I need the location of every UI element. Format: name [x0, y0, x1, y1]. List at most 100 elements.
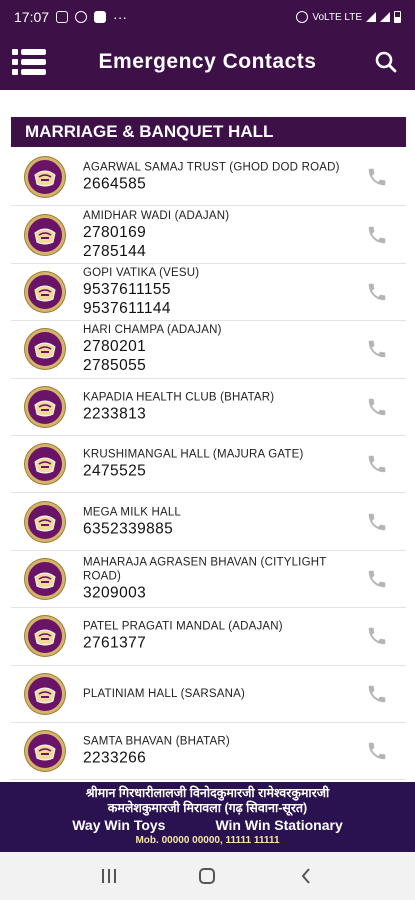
contact-name: PATEL PRAGATI MANDAL (ADAJAN) [83, 620, 283, 633]
contact-phone[interactable]: 2475525 [83, 462, 360, 481]
banner-line-3: Way Win Toys Win Win Stationary [0, 816, 415, 834]
search-button[interactable] [357, 34, 415, 90]
contact-row[interactable]: GOPI VATIKA (VESU) 9537611155 9537611144 [11, 264, 406, 322]
call-button[interactable] [366, 166, 388, 188]
contact-name: KRUSHIMANGAL HALL (MAJURA GATE) [83, 448, 304, 461]
signal-icon [366, 12, 376, 22]
contact-row[interactable]: MEGA MILK HALL 6352339885 [11, 493, 406, 551]
contact-row[interactable]: AMIDHAR WADI (ADAJAN) 2780169 2785144 [11, 206, 406, 264]
back-icon [301, 868, 310, 884]
contact-info: SAMTA BHAVAN (BHATAR) 2233266 [83, 735, 360, 768]
contact-logo-icon [25, 157, 65, 198]
contact-info: KAPADIA HEALTH CLUB (BHATAR) 2233813 [83, 390, 360, 423]
contact-list: AGARWAL SAMAJ TRUST (GHOD DOD ROAD) 26645… [11, 149, 406, 781]
battery-icon [394, 11, 401, 23]
contact-name: MAHARAJA AGRASEN BHAVAN (CITYLIGHT ROAD) [83, 556, 327, 583]
contact-row[interactable]: KAPADIA HEALTH CLUB (BHATAR) 2233813 [11, 379, 406, 436]
phone-icon [368, 570, 386, 588]
contact-logo-icon [25, 673, 65, 714]
menu-list-icon [12, 49, 46, 75]
recent-apps-icon [102, 869, 117, 883]
contact-phone[interactable]: 2761377 [83, 634, 360, 653]
recent-apps-button[interactable] [89, 856, 129, 896]
more-notifications: ··· [113, 9, 128, 25]
status-time: 17:07 [14, 9, 50, 25]
contact-phone[interactable]: 2664585 [83, 175, 360, 194]
contact-phone[interactable]: 9537611155 [83, 280, 360, 299]
call-button[interactable] [366, 453, 388, 475]
contact-info: PLATINIAM HALL (SARSANA) [83, 687, 360, 701]
contact-logo-icon [25, 616, 65, 657]
sync-icon [75, 11, 88, 23]
contact-phone[interactable]: 2780201 [83, 337, 360, 356]
phone-icon [368, 455, 386, 473]
contact-phone[interactable]: 2785055 [83, 356, 360, 375]
contact-phone[interactable]: 3209003 [83, 583, 360, 602]
phone-icon [368, 341, 386, 358]
section-header: MARRIAGE & BANQUET HALL [11, 117, 406, 147]
network-label: VoLTE LTE [312, 11, 362, 23]
status-bar: 17:07 ··· VoLTE LTE [0, 0, 415, 34]
contact-row[interactable]: KRUSHIMANGAL HALL (MAJURA GATE) 2475525 [11, 436, 406, 494]
contact-info: AGARWAL SAMAJ TRUST (GHOD DOD ROAD) 26645… [83, 161, 360, 194]
contact-name: HARI CHAMPA (ADAJAN) [83, 324, 222, 337]
banner-line-1: श्रीमान गिरधारीलालजी विनोदकुमारजी रामेश्… [85, 786, 330, 800]
search-icon [375, 51, 397, 73]
contact-row[interactable]: PATEL PRAGATI MANDAL (ADAJAN) 2761377 [11, 608, 406, 666]
notification-app-icon [94, 11, 107, 23]
phone-icon [368, 226, 386, 243]
contact-row[interactable]: MAHARAJA AGRASEN BHAVAN (CITYLIGHT ROAD)… [11, 551, 406, 609]
phone-icon [368, 685, 386, 702]
phone-icon [368, 628, 386, 645]
contact-row[interactable]: HARI CHAMPA (ADAJAN) 2780201 2785055 [11, 321, 406, 379]
system-nav-bar [0, 852, 415, 900]
phone-icon [368, 168, 386, 186]
contact-phone[interactable]: 9537611144 [83, 299, 360, 318]
contact-info: HARI CHAMPA (ADAJAN) 2780201 2785055 [83, 323, 360, 375]
call-button[interactable] [366, 281, 388, 303]
call-button[interactable] [366, 396, 388, 418]
call-button[interactable] [366, 511, 388, 533]
contact-logo-icon [25, 731, 65, 772]
call-button[interactable] [366, 625, 388, 647]
app-bar: Emergency Contacts [0, 34, 415, 90]
contact-name: SAMTA BHAVAN (BHATAR) [83, 735, 230, 748]
ad-banner[interactable]: श्रीमान गिरधारीलालजी विनोदकुमारजी रामेश्… [0, 782, 415, 852]
call-button[interactable] [366, 683, 388, 705]
contact-name: MEGA MILK HALL [83, 506, 182, 519]
call-button[interactable] [366, 338, 388, 360]
call-button[interactable] [366, 740, 388, 762]
contact-logo-icon [25, 386, 65, 427]
contact-phone[interactable]: 2233266 [83, 749, 360, 768]
contact-name: KAPADIA HEALTH CLUB (BHATAR) [83, 391, 275, 404]
banner-line-2: कमलेशकुमारजी मिरावला (गढ़ सिवाना-सूरत) [107, 801, 308, 815]
contact-info: PATEL PRAGATI MANDAL (ADAJAN) 2761377 [83, 620, 360, 653]
contact-info: MEGA MILK HALL 6352339885 [83, 505, 360, 538]
signal-icon-2 [380, 12, 390, 22]
back-button[interactable] [286, 856, 326, 896]
contact-row[interactable]: PLATINIAM HALL (SARSANA) [11, 666, 406, 723]
contact-name: AMIDHAR WADI (ADAJAN) [83, 209, 230, 222]
contact-logo-icon [25, 558, 65, 599]
call-button[interactable] [366, 568, 388, 590]
contact-info: GOPI VATIKA (VESU) 9537611155 9537611144 [83, 266, 360, 318]
phone-icon [368, 283, 386, 301]
banner-left-text: Way Win Toys [72, 817, 166, 833]
gallery-icon [56, 11, 69, 23]
contact-phone[interactable]: 2785144 [83, 242, 360, 261]
contact-logo-icon [25, 271, 65, 312]
banner-mobile: Mob. 00000 00000, 11111 11111 [135, 835, 280, 846]
contact-phone[interactable]: 6352339885 [83, 519, 360, 538]
call-button[interactable] [366, 224, 388, 246]
contact-phone[interactable]: 2780169 [83, 223, 360, 242]
contact-row[interactable]: SAMTA BHAVAN (BHATAR) 2233266 [11, 723, 406, 781]
contact-info: AMIDHAR WADI (ADAJAN) 2780169 2785144 [83, 209, 360, 261]
contact-row[interactable]: AGARWAL SAMAJ TRUST (GHOD DOD ROAD) 26645… [11, 149, 406, 207]
menu-button[interactable] [0, 34, 58, 90]
content-area[interactable]: MARRIAGE & BANQUET HALL AGARWAL SAMAJ TR… [0, 90, 415, 782]
contact-phone[interactable]: 2233813 [83, 404, 360, 423]
contact-logo-icon [25, 444, 65, 485]
contact-logo-icon [25, 501, 65, 542]
banner-right-text: Win Win Stationary [215, 817, 343, 833]
home-button[interactable] [187, 856, 227, 896]
